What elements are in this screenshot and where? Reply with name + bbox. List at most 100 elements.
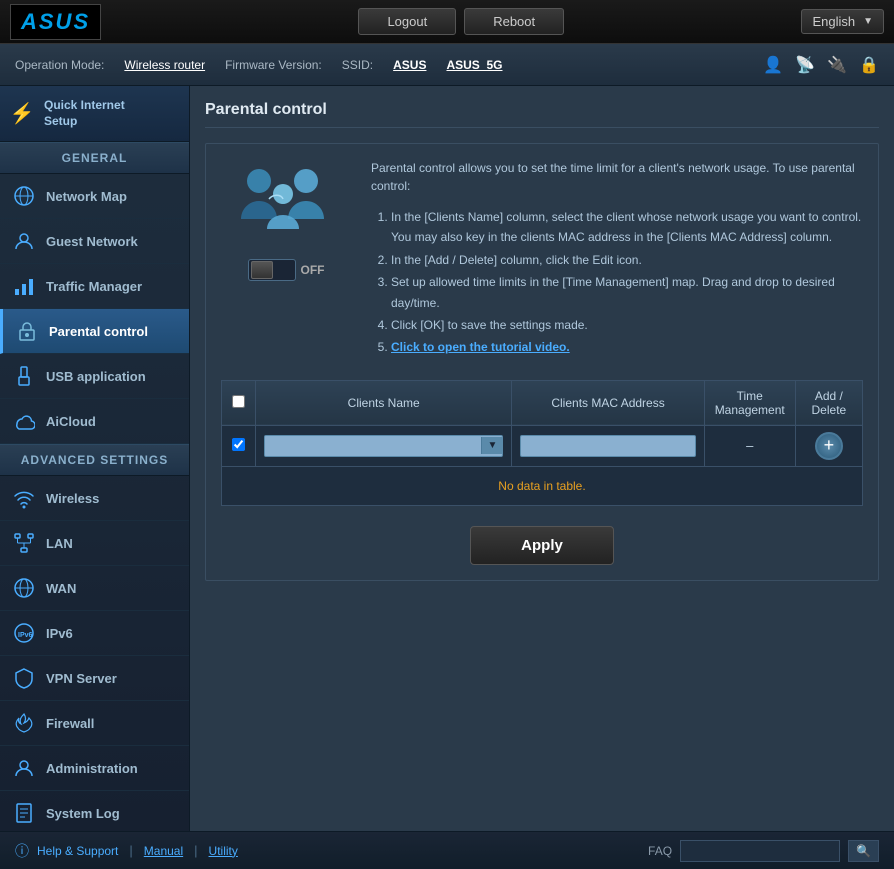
step-3: Set up allowed time limits in the [Time … (391, 272, 863, 313)
sidebar-item-aicloud[interactable]: AiCloud (0, 399, 189, 444)
sidebar-item-parental-control[interactable]: Parental control (0, 309, 189, 354)
no-data-row: No data in table. (222, 466, 863, 505)
administration-icon (12, 756, 36, 780)
footer-separator-1: | (129, 843, 132, 858)
th-clients-name: Clients Name (256, 380, 512, 425)
logout-button[interactable]: Logout (358, 8, 456, 35)
ssid-asus-5g: ASUS_5G (446, 58, 502, 72)
guest-network-icon (12, 229, 36, 253)
sidebar-item-administration[interactable]: Administration (0, 746, 189, 791)
sidebar-item-ipv6-label: IPv6 (46, 626, 73, 641)
sidebar-item-ipv6[interactable]: IPv6 IPv6 (0, 611, 189, 656)
usb-icon: 🔌 (827, 55, 847, 75)
apply-button[interactable]: Apply (470, 526, 614, 565)
sidebar-item-network-map[interactable]: Network Map (0, 174, 189, 219)
sidebar-item-administration-label: Administration (46, 761, 138, 776)
sidebar-item-lan[interactable]: LAN (0, 521, 189, 566)
apply-row: Apply (221, 526, 863, 565)
table-row: ▼ – + (222, 425, 863, 466)
manual-link[interactable]: Manual (144, 844, 183, 858)
step-1: In the [Clients Name] column, select the… (391, 207, 863, 248)
sidebar-item-wan[interactable]: WAN (0, 566, 189, 611)
row-checkbox-cell (222, 425, 256, 466)
th-clients-mac: Clients MAC Address (512, 380, 704, 425)
utility-link[interactable]: Utility (209, 844, 238, 858)
network-icon: 📡 (795, 55, 815, 75)
logo-text: ASUS (21, 9, 90, 34)
content-area: Parental control (190, 86, 894, 831)
sidebar-item-vpn-server-label: VPN Server (46, 671, 117, 686)
lock-icon: 🔒 (859, 55, 879, 75)
language-arrow-icon: ▼ (863, 16, 873, 27)
operation-mode-value[interactable]: Wireless router (124, 58, 205, 72)
select-all-checkbox[interactable] (232, 395, 245, 408)
toggle-label: OFF (301, 263, 325, 277)
client-name-input-wrap: ▼ (264, 435, 503, 457)
sidebar: ⚡ Quick InternetSetup General Network Ma… (0, 86, 190, 831)
faq-label: FAQ (648, 844, 672, 858)
footer-faq: FAQ 🔍 (648, 840, 879, 862)
reboot-button[interactable]: Reboot (464, 8, 564, 35)
time-management-cell: – (704, 425, 795, 466)
step-5: Click to open the tutorial video. (391, 337, 863, 357)
intro-steps: In the [Clients Name] column, select the… (371, 207, 863, 358)
client-name-input[interactable] (265, 436, 481, 456)
sidebar-item-parental-control-label: Parental control (49, 324, 148, 339)
intro-area: OFF Parental control allows you to set t… (221, 159, 863, 360)
lan-icon (12, 531, 36, 555)
sidebar-item-wan-label: WAN (46, 581, 76, 596)
sidebar-item-firewall[interactable]: Firewall (0, 701, 189, 746)
add-button[interactable]: + (815, 432, 843, 460)
intro-image-area: OFF (221, 159, 351, 360)
add-delete-cell: + (795, 425, 862, 466)
quick-internet-setup[interactable]: ⚡ Quick InternetSetup (0, 86, 189, 142)
usb-application-icon (12, 364, 36, 388)
wireless-icon (12, 486, 36, 510)
footer-separator-2: | (194, 843, 197, 858)
sidebar-item-network-map-label: Network Map (46, 189, 127, 204)
faq-search-button[interactable]: 🔍 (848, 840, 879, 862)
toggle-switch[interactable]: OFF (248, 259, 325, 281)
sidebar-item-usb-application-label: USB application (46, 369, 146, 384)
language-value: English (812, 14, 855, 29)
th-checkbox (222, 380, 256, 425)
mac-address-input[interactable] (520, 435, 695, 457)
faq-input[interactable] (680, 840, 840, 862)
quick-setup-icon: ⚡ (10, 102, 34, 126)
language-selector[interactable]: English ▼ (801, 9, 884, 34)
ipv6-icon: IPv6 (12, 621, 36, 645)
client-name-cell: ▼ (256, 425, 512, 466)
network-map-icon (12, 184, 36, 208)
step-4: Click [OK] to save the settings made. (391, 315, 863, 335)
ssid-label: SSID: (342, 58, 373, 72)
sidebar-item-lan-label: LAN (46, 536, 73, 551)
sidebar-item-usb-application[interactable]: USB application (0, 354, 189, 399)
toggle-track[interactable] (248, 259, 296, 281)
sidebar-item-traffic-manager[interactable]: Traffic Manager (0, 264, 189, 309)
parental-control-icon (15, 319, 39, 343)
sidebar-item-system-log[interactable]: System Log (0, 791, 189, 831)
firewall-icon (12, 711, 36, 735)
tutorial-video-link[interactable]: Click to open the tutorial video. (391, 340, 570, 354)
toggle-knob (251, 261, 273, 279)
no-data-cell: No data in table. (222, 466, 863, 505)
help-icon: ⓘ (15, 841, 29, 861)
sidebar-item-guest-network[interactable]: Guest Network (0, 219, 189, 264)
general-section-title: General (0, 142, 189, 174)
sidebar-item-wireless[interactable]: Wireless (0, 476, 189, 521)
operation-bar: Operation Mode: Wireless router Firmware… (0, 44, 894, 86)
advanced-section-title: Advanced Settings (0, 444, 189, 476)
person-icon: 👤 (763, 55, 783, 75)
sidebar-item-vpn-server[interactable]: VPN Server (0, 656, 189, 701)
op-icons: 👤 📡 🔌 🔒 (763, 55, 879, 75)
mac-address-cell (512, 425, 704, 466)
wan-icon (12, 576, 36, 600)
client-dropdown-button[interactable]: ▼ (481, 437, 502, 454)
row-checkbox[interactable] (232, 438, 245, 451)
footer: ⓘ Help & Support | Manual | Utility FAQ … (0, 831, 894, 869)
family-svg-icon (231, 159, 341, 249)
help-support-link[interactable]: Help & Support (37, 844, 118, 858)
th-add-delete: Add / Delete (795, 380, 862, 425)
sidebar-item-wireless-label: Wireless (46, 491, 99, 506)
vpn-server-icon (12, 666, 36, 690)
